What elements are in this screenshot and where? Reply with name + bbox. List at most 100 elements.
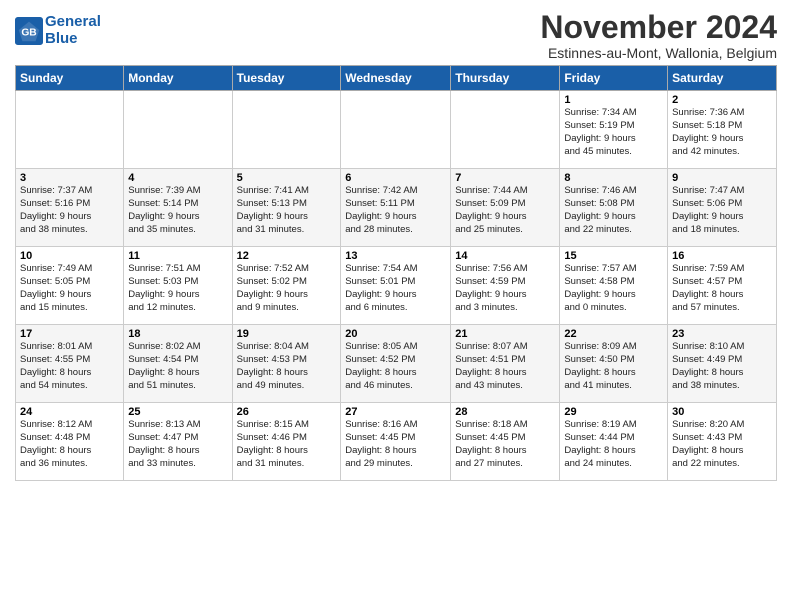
calendar-cell-w1-d7: 2Sunrise: 7:36 AM Sunset: 5:18 PM Daylig… [668, 91, 777, 169]
day-number: 20 [345, 328, 446, 340]
day-info: Sunrise: 7:54 AM Sunset: 5:01 PM Dayligh… [345, 263, 446, 314]
calendar-cell-w4-d1: 17Sunrise: 8:01 AM Sunset: 4:55 PM Dayli… [16, 325, 124, 403]
calendar-week-2: 3Sunrise: 7:37 AM Sunset: 5:16 PM Daylig… [16, 169, 777, 247]
day-info: Sunrise: 7:56 AM Sunset: 4:59 PM Dayligh… [455, 263, 555, 314]
day-info: Sunrise: 8:18 AM Sunset: 4:45 PM Dayligh… [455, 419, 555, 470]
month-title: November 2024 [540, 10, 777, 45]
calendar-cell-w2-d7: 9Sunrise: 7:47 AM Sunset: 5:06 PM Daylig… [668, 169, 777, 247]
header-sunday: Sunday [16, 66, 124, 91]
day-info: Sunrise: 8:05 AM Sunset: 4:52 PM Dayligh… [345, 341, 446, 392]
day-number: 19 [237, 328, 337, 340]
calendar-week-5: 24Sunrise: 8:12 AM Sunset: 4:48 PM Dayli… [16, 403, 777, 481]
day-number: 2 [672, 94, 772, 106]
day-info: Sunrise: 7:52 AM Sunset: 5:02 PM Dayligh… [237, 263, 337, 314]
day-info: Sunrise: 7:36 AM Sunset: 5:18 PM Dayligh… [672, 107, 772, 158]
calendar-week-3: 10Sunrise: 7:49 AM Sunset: 5:05 PM Dayli… [16, 247, 777, 325]
day-number: 13 [345, 250, 446, 262]
day-info: Sunrise: 8:04 AM Sunset: 4:53 PM Dayligh… [237, 341, 337, 392]
day-info: Sunrise: 7:47 AM Sunset: 5:06 PM Dayligh… [672, 185, 772, 236]
day-number: 18 [128, 328, 227, 340]
day-info: Sunrise: 7:42 AM Sunset: 5:11 PM Dayligh… [345, 185, 446, 236]
day-number: 8 [564, 172, 663, 184]
day-info: Sunrise: 8:12 AM Sunset: 4:48 PM Dayligh… [20, 419, 119, 470]
day-info: Sunrise: 7:34 AM Sunset: 5:19 PM Dayligh… [564, 107, 663, 158]
title-area: November 2024 Estinnes-au-Mont, Wallonia… [540, 10, 777, 61]
header-monday: Monday [124, 66, 232, 91]
day-number: 28 [455, 406, 555, 418]
day-number: 12 [237, 250, 337, 262]
day-number: 22 [564, 328, 663, 340]
day-info: Sunrise: 8:09 AM Sunset: 4:50 PM Dayligh… [564, 341, 663, 392]
calendar-cell-w4-d3: 19Sunrise: 8:04 AM Sunset: 4:53 PM Dayli… [232, 325, 341, 403]
calendar-cell-w5-d1: 24Sunrise: 8:12 AM Sunset: 4:48 PM Dayli… [16, 403, 124, 481]
calendar-cell-w1-d3 [232, 91, 341, 169]
logo-general: General [45, 13, 101, 30]
calendar-cell-w2-d6: 8Sunrise: 7:46 AM Sunset: 5:08 PM Daylig… [560, 169, 668, 247]
calendar-table: Sunday Monday Tuesday Wednesday Thursday… [15, 65, 777, 481]
calendar-cell-w3-d3: 12Sunrise: 7:52 AM Sunset: 5:02 PM Dayli… [232, 247, 341, 325]
calendar-cell-w1-d6: 1Sunrise: 7:34 AM Sunset: 5:19 PM Daylig… [560, 91, 668, 169]
day-info: Sunrise: 8:13 AM Sunset: 4:47 PM Dayligh… [128, 419, 227, 470]
calendar-cell-w1-d4 [341, 91, 451, 169]
calendar-cell-w1-d5 [451, 91, 560, 169]
calendar-cell-w2-d1: 3Sunrise: 7:37 AM Sunset: 5:16 PM Daylig… [16, 169, 124, 247]
calendar-cell-w3-d1: 10Sunrise: 7:49 AM Sunset: 5:05 PM Dayli… [16, 247, 124, 325]
day-number: 15 [564, 250, 663, 262]
logo-icon: GB [15, 17, 43, 45]
calendar-cell-w2-d4: 6Sunrise: 7:42 AM Sunset: 5:11 PM Daylig… [341, 169, 451, 247]
header-thursday: Thursday [451, 66, 560, 91]
day-info: Sunrise: 8:01 AM Sunset: 4:55 PM Dayligh… [20, 341, 119, 392]
calendar-cell-w3-d6: 15Sunrise: 7:57 AM Sunset: 4:58 PM Dayli… [560, 247, 668, 325]
calendar-cell-w4-d7: 23Sunrise: 8:10 AM Sunset: 4:49 PM Dayli… [668, 325, 777, 403]
day-info: Sunrise: 8:10 AM Sunset: 4:49 PM Dayligh… [672, 341, 772, 392]
calendar-cell-w4-d6: 22Sunrise: 8:09 AM Sunset: 4:50 PM Dayli… [560, 325, 668, 403]
day-info: Sunrise: 7:59 AM Sunset: 4:57 PM Dayligh… [672, 263, 772, 314]
calendar-cell-w3-d7: 16Sunrise: 7:59 AM Sunset: 4:57 PM Dayli… [668, 247, 777, 325]
day-number: 6 [345, 172, 446, 184]
day-info: Sunrise: 8:02 AM Sunset: 4:54 PM Dayligh… [128, 341, 227, 392]
day-number: 29 [564, 406, 663, 418]
day-number: 21 [455, 328, 555, 340]
day-number: 17 [20, 328, 119, 340]
day-number: 30 [672, 406, 772, 418]
day-number: 9 [672, 172, 772, 184]
day-info: Sunrise: 8:19 AM Sunset: 4:44 PM Dayligh… [564, 419, 663, 470]
calendar-cell-w3-d5: 14Sunrise: 7:56 AM Sunset: 4:59 PM Dayli… [451, 247, 560, 325]
calendar-cell-w5-d5: 28Sunrise: 8:18 AM Sunset: 4:45 PM Dayli… [451, 403, 560, 481]
svg-text:GB: GB [21, 27, 36, 38]
calendar-cell-w4-d5: 21Sunrise: 8:07 AM Sunset: 4:51 PM Dayli… [451, 325, 560, 403]
day-number: 10 [20, 250, 119, 262]
calendar-cell-w1-d2 [124, 91, 232, 169]
calendar-header-row: Sunday Monday Tuesday Wednesday Thursday… [16, 66, 777, 91]
day-info: Sunrise: 7:49 AM Sunset: 5:05 PM Dayligh… [20, 263, 119, 314]
day-number: 24 [20, 406, 119, 418]
calendar-week-4: 17Sunrise: 8:01 AM Sunset: 4:55 PM Dayli… [16, 325, 777, 403]
day-info: Sunrise: 7:41 AM Sunset: 5:13 PM Dayligh… [237, 185, 337, 236]
calendar-cell-w5-d3: 26Sunrise: 8:15 AM Sunset: 4:46 PM Dayli… [232, 403, 341, 481]
location: Estinnes-au-Mont, Wallonia, Belgium [540, 45, 777, 61]
calendar-cell-w5-d4: 27Sunrise: 8:16 AM Sunset: 4:45 PM Dayli… [341, 403, 451, 481]
day-number: 3 [20, 172, 119, 184]
calendar-cell-w4-d2: 18Sunrise: 8:02 AM Sunset: 4:54 PM Dayli… [124, 325, 232, 403]
day-number: 7 [455, 172, 555, 184]
calendar-cell-w5-d6: 29Sunrise: 8:19 AM Sunset: 4:44 PM Dayli… [560, 403, 668, 481]
header-saturday: Saturday [668, 66, 777, 91]
logo-text: General [45, 14, 101, 31]
header-friday: Friday [560, 66, 668, 91]
day-number: 5 [237, 172, 337, 184]
header-wednesday: Wednesday [341, 66, 451, 91]
calendar-cell-w2-d3: 5Sunrise: 7:41 AM Sunset: 5:13 PM Daylig… [232, 169, 341, 247]
day-number: 16 [672, 250, 772, 262]
day-info: Sunrise: 8:15 AM Sunset: 4:46 PM Dayligh… [237, 419, 337, 470]
calendar-cell-w3-d4: 13Sunrise: 7:54 AM Sunset: 5:01 PM Dayli… [341, 247, 451, 325]
day-info: Sunrise: 8:20 AM Sunset: 4:43 PM Dayligh… [672, 419, 772, 470]
calendar-cell-w4-d4: 20Sunrise: 8:05 AM Sunset: 4:52 PM Dayli… [341, 325, 451, 403]
day-number: 25 [128, 406, 227, 418]
day-info: Sunrise: 8:16 AM Sunset: 4:45 PM Dayligh… [345, 419, 446, 470]
day-number: 11 [128, 250, 227, 262]
day-info: Sunrise: 7:44 AM Sunset: 5:09 PM Dayligh… [455, 185, 555, 236]
day-number: 27 [345, 406, 446, 418]
calendar-cell-w5-d2: 25Sunrise: 8:13 AM Sunset: 4:47 PM Dayli… [124, 403, 232, 481]
logo-blue: Blue [45, 31, 101, 48]
day-number: 26 [237, 406, 337, 418]
